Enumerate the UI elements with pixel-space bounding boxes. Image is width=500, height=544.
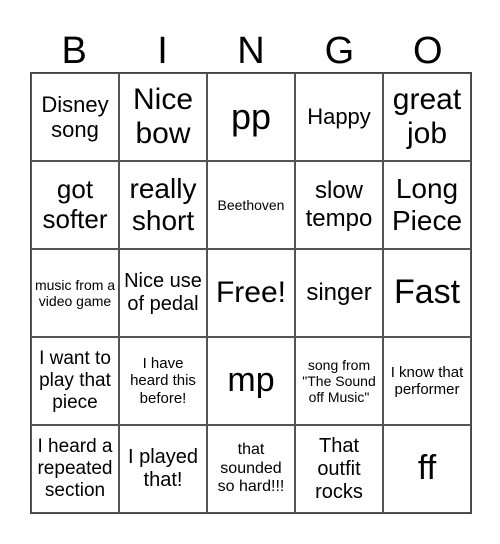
bingo-cell[interactable]: I have heard this before! bbox=[119, 337, 207, 425]
bingo-cell[interactable]: I heard a repeated section bbox=[31, 425, 119, 513]
header-letter: G bbox=[324, 30, 355, 72]
bingo-cell[interactable]: slow tempo bbox=[295, 161, 383, 249]
bingo-cell[interactable]: song from "The Sound off Music" bbox=[295, 337, 383, 425]
header-letter: I bbox=[157, 30, 168, 72]
bingo-cell[interactable]: Disney song bbox=[31, 73, 119, 161]
bingo-cell[interactable]: singer bbox=[295, 249, 383, 337]
bingo-cell[interactable]: pp bbox=[207, 73, 295, 161]
bingo-header: B I N G O bbox=[30, 26, 472, 76]
bingo-cell[interactable]: Long Piece bbox=[383, 161, 471, 249]
bingo-cell[interactable]: Beethoven bbox=[207, 161, 295, 249]
bingo-cell[interactable]: Nice use of pedal bbox=[119, 249, 207, 337]
bingo-cell[interactable]: got softer bbox=[31, 161, 119, 249]
bingo-cell[interactable]: great job bbox=[383, 73, 471, 161]
bingo-cell[interactable]: really short bbox=[119, 161, 207, 249]
bingo-cell[interactable]: Fast bbox=[383, 249, 471, 337]
header-letter: B bbox=[61, 30, 87, 72]
bingo-cell[interactable]: Nice bow bbox=[119, 73, 207, 161]
header-letter: N bbox=[237, 30, 265, 72]
bingo-cell[interactable]: Happy bbox=[295, 73, 383, 161]
bingo-cell[interactable]: Free! bbox=[207, 249, 295, 337]
bingo-cell[interactable]: that sounded so hard!!! bbox=[207, 425, 295, 513]
bingo-grid: Disney song Nice bow pp Happy great job got s… bbox=[30, 72, 472, 514]
bingo-cell[interactable]: I know that performer bbox=[383, 337, 471, 425]
bingo-cell[interactable]: mp bbox=[207, 337, 295, 425]
bingo-cell[interactable]: music from a video game bbox=[31, 249, 119, 337]
bingo-cell[interactable]: ff bbox=[383, 425, 471, 513]
bingo-cell[interactable]: I want to play that piece bbox=[31, 337, 119, 425]
bingo-cell[interactable]: I played that! bbox=[119, 425, 207, 513]
header-letter: O bbox=[412, 30, 443, 72]
bingo-cell[interactable]: That outfit rocks bbox=[295, 425, 383, 513]
